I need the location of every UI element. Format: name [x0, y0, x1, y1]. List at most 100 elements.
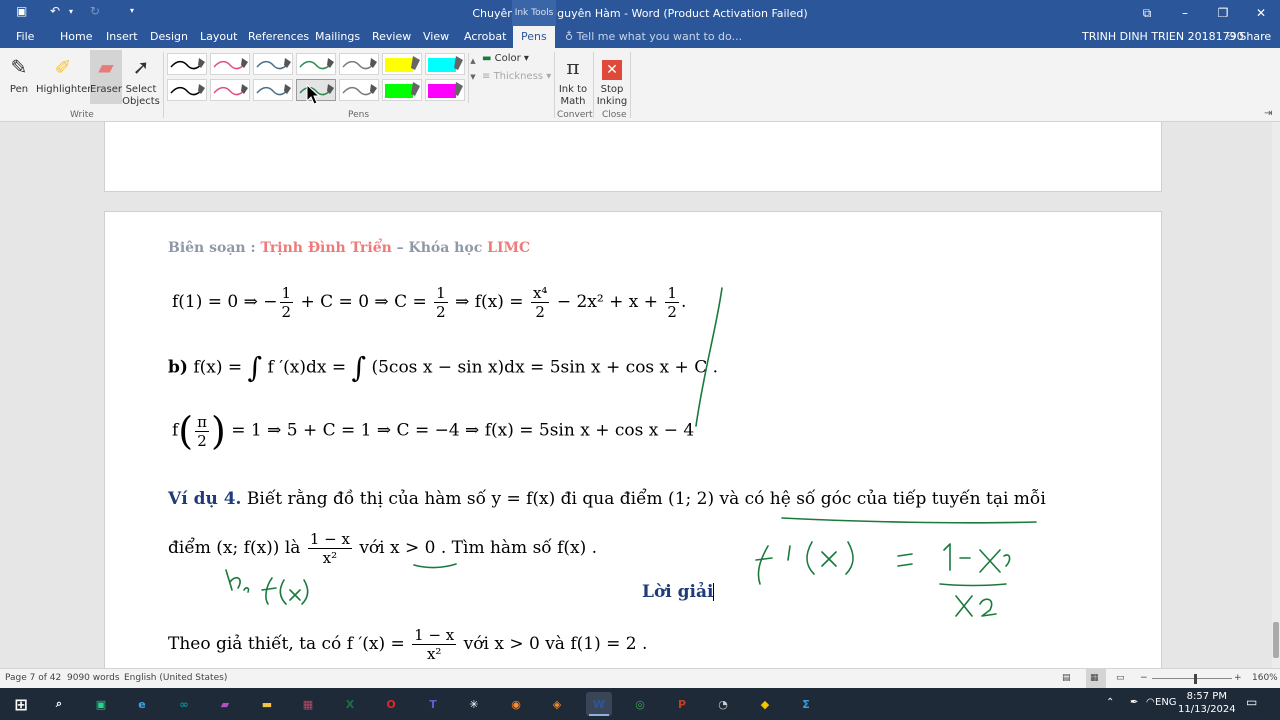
- zoom-in-button[interactable]: +: [1234, 673, 1242, 683]
- read-mode-icon[interactable]: ▤: [1062, 673, 1071, 683]
- pen-swatch[interactable]: [210, 79, 250, 101]
- tab-insert[interactable]: Insert: [106, 30, 138, 43]
- app-yellow-icon[interactable]: ◆: [752, 692, 778, 716]
- fraction: 12: [665, 284, 679, 321]
- highlighter-button[interactable]: ✐ Highlighter: [36, 52, 91, 96]
- pen-gallery-scroll[interactable]: ▲ ▼: [468, 53, 477, 103]
- tab-references[interactable]: References: [248, 30, 309, 43]
- pen-swatch[interactable]: [425, 79, 465, 101]
- pen-swatch[interactable]: [339, 79, 379, 101]
- share-button[interactable]: ⚇ Share: [1226, 30, 1271, 43]
- minimize-icon[interactable]: –: [1166, 0, 1204, 26]
- pen-swatch[interactable]: [296, 79, 336, 101]
- arduino-icon[interactable]: ∞: [171, 692, 197, 716]
- undo-icon[interactable]: ↶: [50, 4, 60, 18]
- text-caret: [713, 583, 714, 601]
- firefox-icon[interactable]: ◉: [503, 692, 529, 716]
- close-group-label: Close: [602, 110, 627, 120]
- pen-workspace-icon[interactable]: ✒: [1130, 697, 1138, 708]
- customize-qat-icon[interactable]: ▾: [130, 6, 134, 15]
- person-icon: ⚇: [1226, 30, 1236, 43]
- search-icon[interactable]: ⌕: [46, 692, 72, 716]
- eraser-icon: ▰: [98, 55, 114, 79]
- save-icon[interactable]: ▣: [16, 4, 27, 18]
- media-icon[interactable]: ▰: [212, 692, 238, 716]
- zoom-out-button[interactable]: −: [1140, 673, 1148, 683]
- close-icon[interactable]: ✕: [1242, 0, 1280, 26]
- tab-home[interactable]: Home: [60, 30, 92, 43]
- notification-icon[interactable]: ▭: [1246, 695, 1257, 709]
- pen-swatch[interactable]: [167, 79, 207, 101]
- windows-start-icon[interactable]: ⊞: [8, 692, 34, 716]
- tab-acrobat[interactable]: Acrobat: [464, 30, 506, 43]
- winrar-icon[interactable]: ▦: [295, 692, 321, 716]
- word-count[interactable]: 9090 words: [67, 673, 120, 683]
- pen-swatch[interactable]: [167, 53, 207, 75]
- user-name[interactable]: TRINH DINH TRIEN 20181790: [1082, 30, 1244, 43]
- tab-file[interactable]: File: [16, 30, 34, 43]
- input-language[interactable]: ENG: [1155, 697, 1177, 708]
- excel-icon[interactable]: X: [337, 692, 363, 716]
- print-layout-icon[interactable]: ▦: [1090, 673, 1099, 683]
- collapse-ribbon-icon[interactable]: ⇥: [1264, 108, 1272, 119]
- tray-chevron-icon[interactable]: ⌃: [1106, 697, 1114, 708]
- zoom-slider[interactable]: [1152, 678, 1232, 679]
- pen-icon: ✎: [10, 55, 28, 79]
- undo-dropdown-icon[interactable]: ▾: [69, 7, 73, 16]
- edge-icon[interactable]: e: [129, 692, 155, 716]
- pycharm-icon[interactable]: ▣: [88, 692, 114, 716]
- language[interactable]: English (United States): [124, 673, 227, 683]
- settings-icon[interactable]: ✳: [461, 692, 487, 716]
- powerpoint-icon[interactable]: P: [669, 692, 695, 716]
- taskbar-clock[interactable]: 8:57 PM 11/13/2024: [1178, 690, 1236, 716]
- tab-review[interactable]: Review: [372, 30, 411, 43]
- web-layout-icon[interactable]: ▭: [1116, 673, 1125, 683]
- equation-line-2: b) f(x) = ∫ f ′(x)dx = ∫ (5cos x − sin x…: [168, 351, 719, 384]
- tell-me-search[interactable]: ♁ Tell me what you want to do...: [565, 30, 742, 43]
- select-objects-button[interactable]: ➚ Select Objects: [122, 52, 160, 108]
- word-icon[interactable]: W: [586, 692, 612, 716]
- title-bar: ▣ ↶ ▾ ↻ ▾ Chuyên đề 1. Nguyên Hàm - Word…: [0, 0, 1280, 26]
- sigma-icon[interactable]: Σ: [793, 692, 819, 716]
- pen-swatch[interactable]: [253, 53, 293, 75]
- chrome-icon[interactable]: ◎: [627, 692, 653, 716]
- eraser-button[interactable]: ▰ Eraser: [90, 50, 122, 104]
- zoom-slider-thumb[interactable]: [1194, 674, 1197, 684]
- redo-icon[interactable]: ↻: [90, 4, 100, 18]
- stop-inking-button[interactable]: ✕ Stop Inking: [596, 52, 628, 108]
- tab-design[interactable]: Design: [150, 30, 188, 43]
- pen-swatch[interactable]: [425, 53, 465, 75]
- fraction: x⁴ 2: [530, 284, 550, 321]
- pen-swatch[interactable]: [382, 79, 422, 101]
- pen-swatch[interactable]: [210, 53, 250, 75]
- scrollbar-thumb[interactable]: [1273, 622, 1279, 658]
- pen-swatch[interactable]: [253, 79, 293, 101]
- file-explorer-icon[interactable]: ▬: [254, 692, 280, 716]
- document-area[interactable]: [0, 122, 1272, 668]
- tab-layout[interactable]: Layout: [200, 30, 237, 43]
- app-dark-icon[interactable]: ◔: [710, 692, 736, 716]
- pen-button[interactable]: ✎ Pen: [4, 52, 34, 96]
- fraction: 12: [434, 284, 448, 321]
- color-button[interactable]: ▬ Color ▾: [482, 53, 529, 64]
- pen-swatch[interactable]: [296, 53, 336, 75]
- network-icon[interactable]: ◠: [1146, 697, 1155, 708]
- teams-icon[interactable]: T: [420, 692, 446, 716]
- opera-icon[interactable]: O: [378, 692, 404, 716]
- tab-pens[interactable]: Pens: [513, 26, 555, 48]
- zoom-level[interactable]: 160%: [1252, 673, 1278, 683]
- page-count[interactable]: Page 7 of 42: [5, 673, 61, 683]
- ink-to-math-button[interactable]: π Ink to Math: [556, 52, 590, 108]
- ribbon-pens: ✎ Pen ✐ Highlighter ▰ Eraser ➚ Select Ob…: [0, 48, 1280, 122]
- pen-swatch[interactable]: [339, 53, 379, 75]
- vertical-scrollbar[interactable]: [1272, 122, 1280, 668]
- ribbon-display-icon[interactable]: ⧉: [1128, 0, 1166, 26]
- clock-date: 11/13/2024: [1178, 704, 1236, 715]
- convert-group-label: Convert: [557, 110, 593, 120]
- tab-mailings[interactable]: Mailings: [315, 30, 360, 43]
- pen-swatch[interactable]: [382, 53, 422, 75]
- separator: [630, 52, 631, 118]
- restore-icon[interactable]: ❐: [1204, 0, 1242, 26]
- tab-view[interactable]: View: [423, 30, 449, 43]
- app-orange-icon[interactable]: ◈: [544, 692, 570, 716]
